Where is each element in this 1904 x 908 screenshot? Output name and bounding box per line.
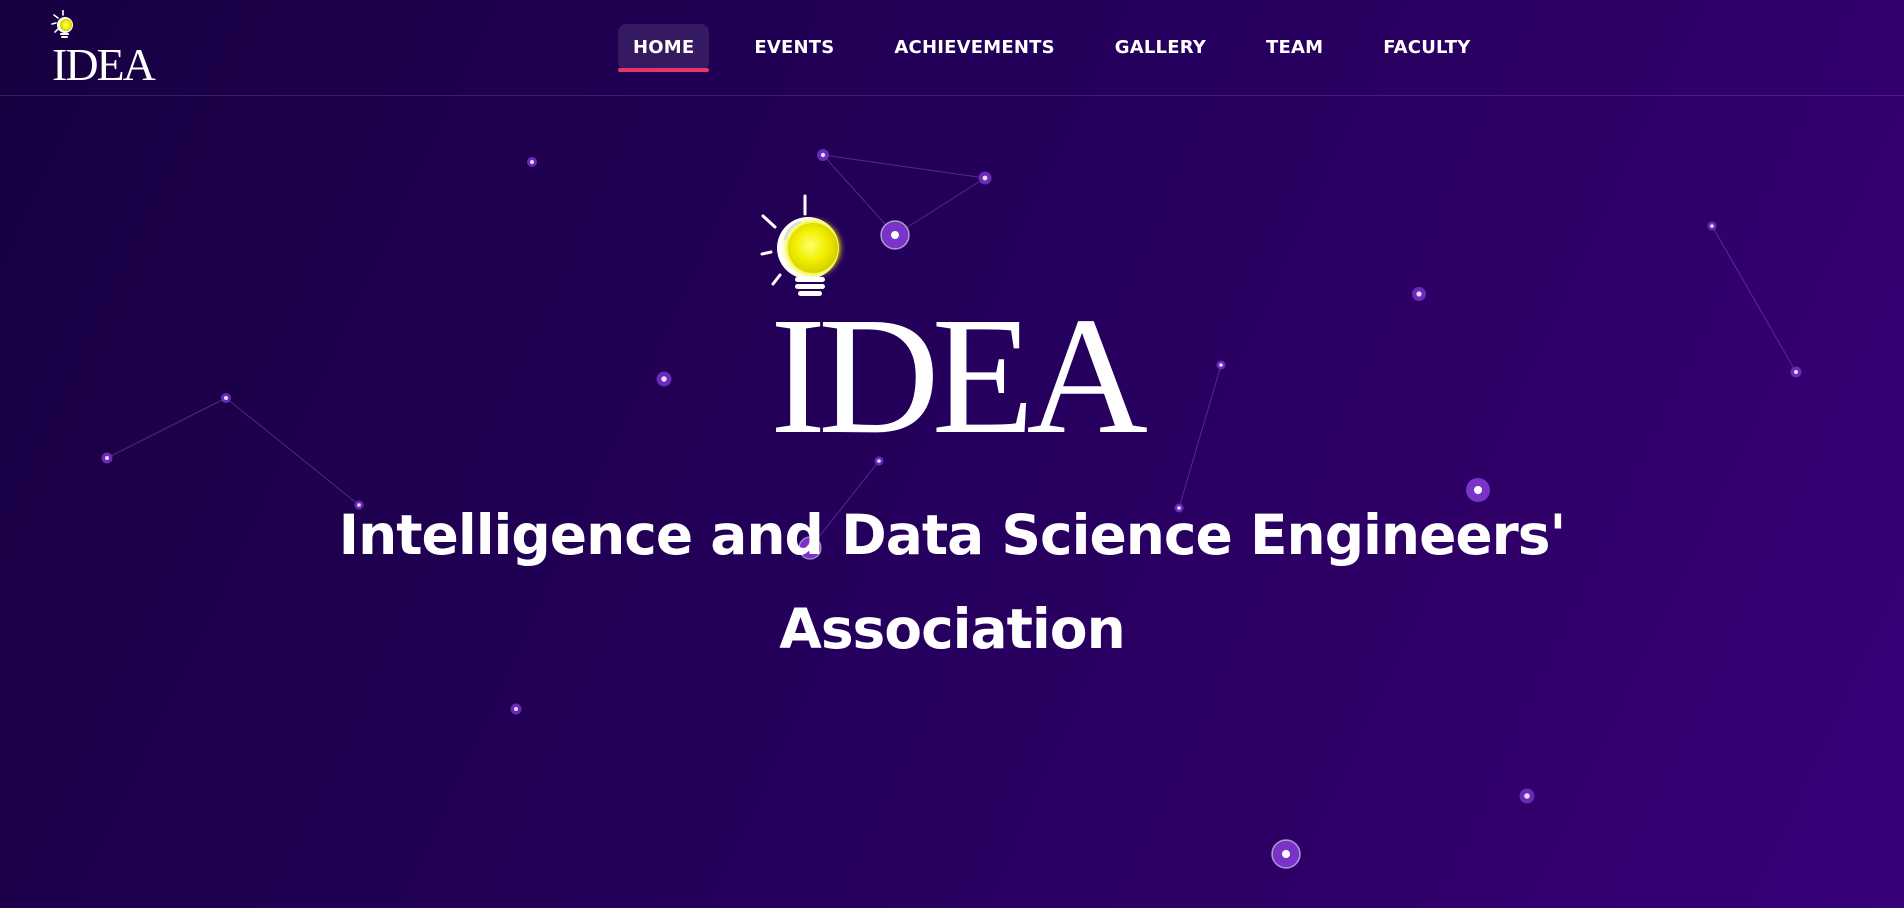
idea-logo[interactable]: IDEA [50,10,180,84]
network-node [101,452,113,464]
nav-gallery[interactable]: GALLERY [1100,24,1221,70]
main-nav: HOME EVENTS ACHIEVEMENTS GALLERY TEAM FA… [618,24,1515,72]
hero-title-line2: Association [779,597,1125,661]
lightbulb-icon [760,194,840,296]
nav-team[interactable]: TEAM [1251,24,1338,70]
hero-idea-logo: IDEA [760,194,1155,437]
nav-events[interactable]: EVENTS [739,24,849,70]
svg-text:IDEA: IDEA [52,39,156,84]
svg-text:IDEA: IDEA [770,283,1148,437]
network-node [1790,366,1802,378]
hero-title: Intelligence and Data Science Engineers'… [0,488,1904,676]
network-node [527,157,537,167]
network-node [1271,839,1301,869]
network-node [1216,360,1226,370]
network-node [978,171,992,185]
network-node [221,393,231,403]
network-node [1412,287,1426,301]
nav-faculty[interactable]: FACULTY [1368,24,1485,70]
site-header: IDEA HOME EVENTS ACHIEVEMENTS GALLERY TE… [0,0,1904,96]
network-node [510,703,522,715]
nav-home[interactable]: HOME [618,24,710,72]
hero-title-line1: Intelligence and Data Science Engineers' [338,503,1567,567]
network-node [1519,788,1535,804]
network-node [656,371,672,387]
network-node [817,149,829,161]
nav-achievements[interactable]: ACHIEVEMENTS [879,24,1069,70]
network-node [874,456,884,466]
network-node [1707,221,1717,231]
